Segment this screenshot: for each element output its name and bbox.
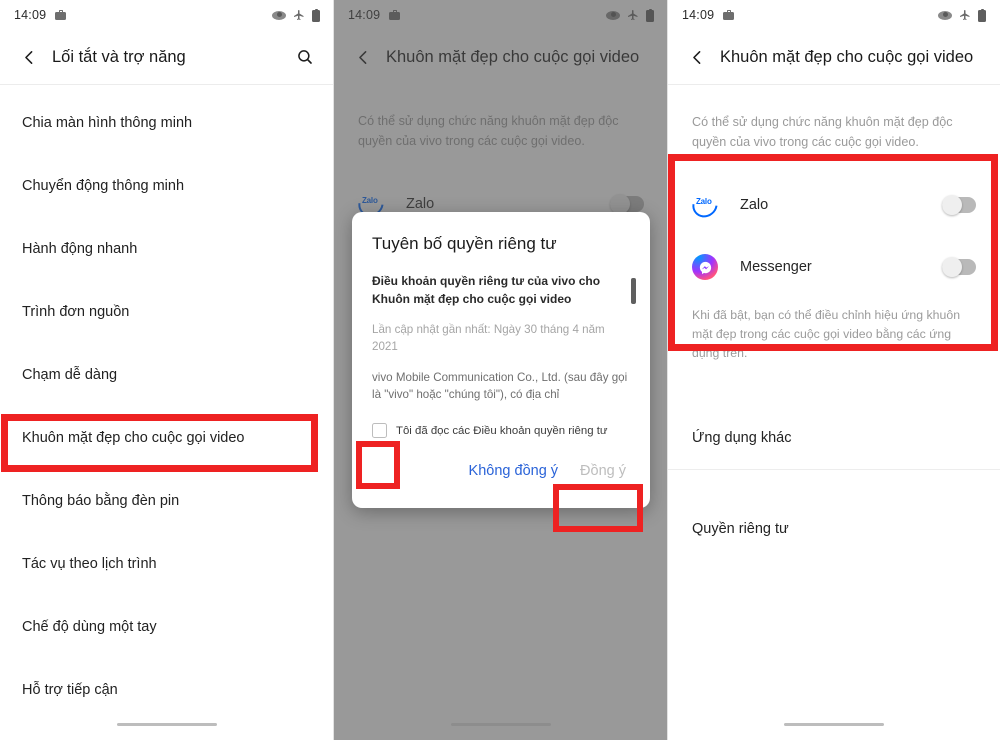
dialog-body: Điều khoản quyền riêng tư của vivo cho K…: [372, 272, 636, 404]
dialog-title: Tuyên bố quyền riêng tư: [372, 234, 557, 253]
dialog-scrollbar[interactable]: [631, 278, 636, 304]
decline-button[interactable]: Không đồng ý: [469, 463, 559, 479]
status-bar: 14:09: [668, 0, 1000, 30]
checkbox-icon[interactable]: [372, 423, 387, 439]
page-title: Khuôn mặt đẹp cho cuộc gọi video: [720, 47, 974, 66]
battery-icon: [312, 8, 320, 22]
app-row-zalo[interactable]: Zalo Zalo: [668, 174, 1000, 236]
battery-icon: [978, 8, 986, 22]
list-item-label: Trình đơn nguồn: [22, 303, 130, 320]
list-item-label: Hỗ trợ tiếp cận: [22, 681, 118, 698]
dialog-paragraph: vivo Mobile Communication Co., Ltd. (sau…: [372, 370, 628, 402]
gesture-bar: [117, 723, 217, 726]
page-description: Có thể sử dụng chức năng khuôn mặt đẹp đ…: [692, 115, 953, 149]
privacy-statement-dialog: Tuyên bố quyền riêng tư Điều khoản quyền…: [352, 212, 650, 508]
checkbox-label: Tôi đã đọc các Điều khoản quyền riêng tư: [396, 424, 608, 437]
messenger-icon: [692, 254, 718, 281]
sidebar-item-flashlight-notification[interactable]: Thông báo bằng đèn pin: [0, 469, 334, 532]
data-saver-icon: [272, 10, 286, 20]
app-bar: Lối tắt và trợ năng: [0, 30, 334, 84]
status-time: 14:09: [14, 8, 47, 22]
privacy-consent-checkbox-row[interactable]: Tôi đã đọc các Điều khoản quyền riêng tư: [372, 418, 630, 444]
row-divider: [668, 469, 1000, 471]
page-title: Lối tắt và trợ năng: [52, 47, 186, 66]
settings-list: Chia màn hình thông minh Chuyển động thô…: [0, 85, 334, 721]
three-panel-screenshot: 14:09 Lối tắt và trợ năng Chia màn hình …: [0, 0, 1000, 740]
toggles-help-note: Khi đã bật, bạn có thể điều chỉnh hiệu ứ…: [692, 308, 961, 361]
zalo-icon: Zalo: [687, 187, 723, 223]
panel-app-toggles: 14:09 Khuôn mặt đẹp cho cuộc gọi video C…: [668, 0, 1000, 740]
row-privacy[interactable]: Quyền riêng tư: [668, 498, 1000, 560]
app-name: Zalo: [740, 197, 769, 214]
list-item-label: Chạm dễ dàng: [22, 366, 118, 383]
sidebar-item-easy-touch[interactable]: Chạm dễ dàng: [0, 343, 334, 406]
airplane-mode-icon: [960, 10, 970, 20]
status-bar: 14:09: [0, 0, 334, 30]
work-profile-icon: [55, 10, 67, 20]
sidebar-item-power-menu[interactable]: Trình đơn nguồn: [0, 280, 334, 343]
gesture-bar: [784, 723, 884, 726]
sidebar-item-accessibility[interactable]: Hỗ trợ tiếp cận: [0, 658, 334, 721]
sidebar-item-quick-action[interactable]: Hành động nhanh: [0, 217, 334, 280]
list-item-label: Khuôn mặt đẹp cho cuộc gọi video: [22, 429, 245, 446]
dialog-paragraph-clip: vivo Mobile Communication Co., Ltd. (sau…: [372, 356, 630, 404]
back-icon[interactable]: [684, 44, 710, 70]
dialog-actions: Không đồng ý Đồng ý: [372, 444, 630, 498]
airplane-mode-icon: [294, 10, 304, 20]
accept-button[interactable]: Đồng ý: [580, 463, 626, 479]
search-icon[interactable]: [292, 44, 318, 70]
list-item-label: Tác vụ theo lịch trình: [22, 555, 157, 572]
row-other-apps[interactable]: Ứng dụng khác: [668, 407, 1000, 469]
toggle-messenger[interactable]: [942, 257, 976, 278]
dialog-subtitle: Điều khoản quyền riêng tư của vivo cho K…: [372, 274, 601, 306]
row-label: Quyền riêng tư: [692, 521, 789, 538]
work-profile-icon: [723, 10, 735, 20]
app-bar: Khuôn mặt đẹp cho cuộc gọi video: [668, 30, 1000, 84]
row-label: Ứng dụng khác: [692, 430, 792, 447]
list-item-label: Chia màn hình thông minh: [22, 114, 193, 131]
sidebar-item-smart-motion[interactable]: Chuyển động thông minh: [0, 154, 334, 217]
dialog-last-updated: Lần cập nhật gần nhất: Ngày 30 tháng 4 n…: [372, 323, 605, 354]
status-time: 14:09: [682, 8, 715, 22]
app-row-messenger[interactable]: Messenger: [668, 236, 1000, 298]
sidebar-item-scheduled-tasks[interactable]: Tác vụ theo lịch trình: [0, 532, 334, 595]
list-item-label: Hành động nhanh: [22, 240, 138, 257]
sidebar-item-video-call-beauty[interactable]: Khuôn mặt đẹp cho cuộc gọi video: [0, 406, 334, 469]
sidebar-item-one-hand-mode[interactable]: Chế độ dùng một tay: [0, 595, 334, 658]
panel-privacy-dialog: 14:09 Khuôn mặt đẹp cho cuộc gọi video C…: [334, 0, 668, 740]
back-icon[interactable]: [16, 44, 42, 70]
sidebar-item-smart-split-screen[interactable]: Chia màn hình thông minh: [0, 91, 334, 154]
app-name: Messenger: [740, 259, 812, 276]
list-item-label: Thông báo bằng đèn pin: [22, 492, 180, 509]
toggle-zalo[interactable]: [942, 195, 976, 216]
gesture-bar: [451, 723, 551, 726]
list-item-label: Chuyển động thông minh: [22, 177, 185, 194]
data-saver-icon: [938, 10, 952, 20]
list-item-label: Chế độ dùng một tay: [22, 618, 157, 635]
panel-shortcuts-accessibility: 14:09 Lối tắt và trợ năng Chia màn hình …: [0, 0, 334, 740]
